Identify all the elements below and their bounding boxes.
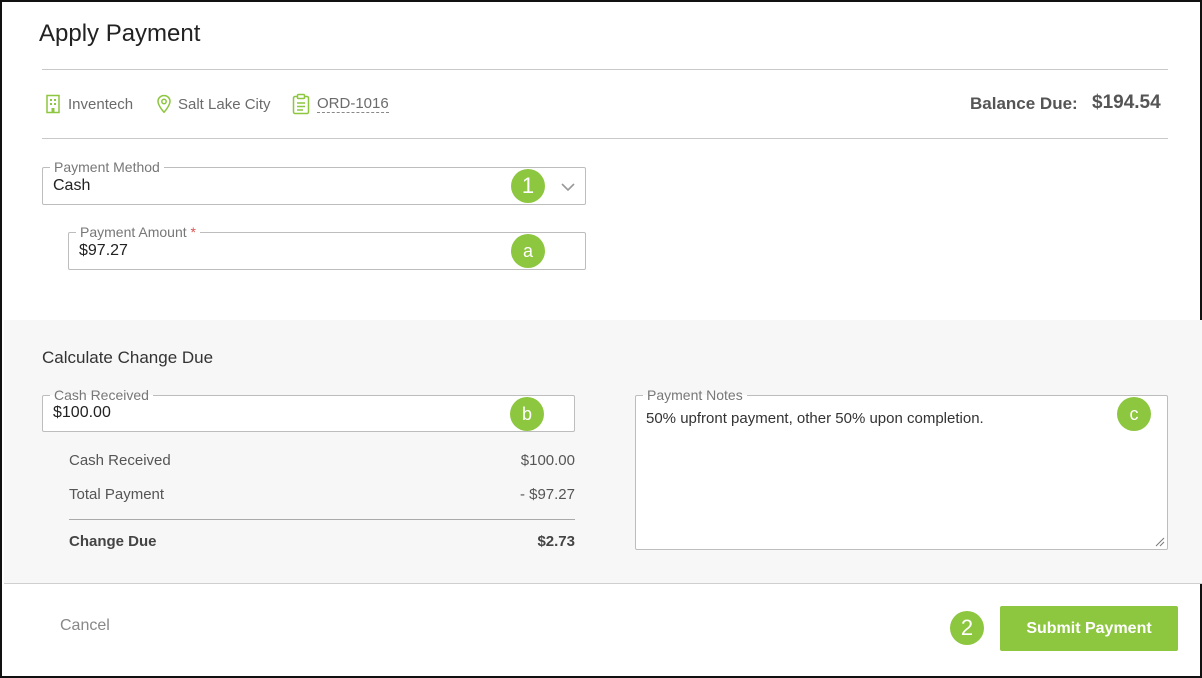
payment-amount-label-text: Payment Amount: [80, 224, 187, 240]
apply-payment-dialog: Apply Payment Inventech Salt Lake City O…: [0, 0, 1202, 678]
company-name: Inventech: [68, 95, 134, 113]
city-info: Salt Lake City: [156, 92, 271, 116]
step-badge: c: [1117, 397, 1151, 431]
payment-method-label: Payment Method: [50, 158, 164, 176]
payment-notes-label: Payment Notes: [643, 386, 747, 404]
resize-handle-icon[interactable]: [1155, 537, 1165, 547]
payment-notes-textarea[interactable]: Payment Notes 50% upfront payment, other…: [635, 386, 1168, 550]
map-pin-icon: [157, 94, 171, 114]
clipboard-icon: [292, 93, 310, 115]
step-badge: b: [510, 397, 544, 431]
balance-due-value: $194.54: [1092, 92, 1161, 113]
city-name: Salt Lake City: [178, 95, 271, 113]
cash-received-input[interactable]: Cash Received $100.00 b: [42, 386, 575, 432]
summary-value: $100.00: [520, 452, 575, 469]
payment-method-value: Cash: [53, 177, 91, 194]
submit-payment-button[interactable]: Submit Payment: [1000, 606, 1178, 651]
payment-method-select[interactable]: Payment Method Cash 1: [42, 158, 586, 205]
page-title: Apply Payment: [39, 20, 201, 47]
calculate-change-section: Calculate Change Due Cash Received $100.…: [4, 320, 1202, 584]
summary-label: Total Payment: [69, 486, 165, 503]
step-badge: 2: [950, 611, 984, 645]
step-badge: a: [511, 234, 545, 268]
payment-amount-value: $97.27: [79, 242, 128, 259]
payment-amount-input[interactable]: Payment Amount * $97.27 a: [68, 223, 586, 270]
balance-due-label: Balance Due:: [970, 94, 1078, 113]
cash-received-value: $100.00: [53, 404, 111, 421]
payment-notes-value: 50% upfront payment, other 50% upon comp…: [646, 410, 984, 427]
company-info: Inventech: [44, 92, 133, 116]
divider: [69, 519, 575, 520]
payment-amount-label: Payment Amount *: [76, 223, 200, 241]
required-marker: *: [190, 224, 196, 240]
chevron-down-icon[interactable]: [560, 182, 576, 192]
building-icon: [46, 94, 60, 114]
summary-label: Cash Received: [69, 452, 171, 469]
section-title: Calculate Change Due: [42, 348, 214, 367]
divider: [42, 138, 1168, 139]
order-info: ORD-1016: [291, 92, 389, 116]
cancel-button[interactable]: Cancel: [60, 617, 110, 635]
step-badge: 1: [511, 169, 545, 203]
order-link[interactable]: ORD-1016: [317, 95, 389, 113]
summary-value: - $97.27: [519, 486, 575, 503]
change-due-value: $2.73: [537, 533, 575, 550]
cash-received-label: Cash Received: [50, 386, 153, 404]
divider: [42, 69, 1168, 70]
change-due-label: Change Due: [69, 533, 157, 550]
